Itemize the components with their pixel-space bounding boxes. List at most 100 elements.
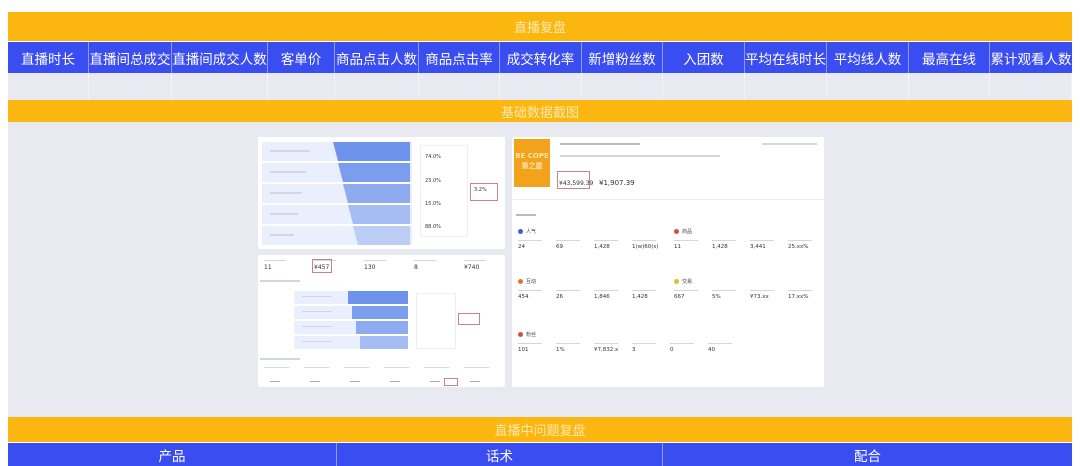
amount-main: ¥43,599.39 [559, 180, 594, 187]
stat-label [364, 260, 386, 261]
table-value [270, 381, 280, 382]
metric-label [708, 343, 732, 344]
value-cell[interactable] [663, 73, 745, 100]
value-cell[interactable] [582, 73, 663, 100]
value-cell[interactable] [990, 73, 1072, 100]
section-title-problem-review: 直播中问题复盘 [8, 417, 1072, 442]
funnel-bar [338, 163, 410, 182]
title-text: 直播复盘 [513, 21, 566, 36]
pct: 15.0% [425, 201, 441, 207]
value-cell[interactable] [8, 73, 89, 100]
metric-label [674, 290, 698, 291]
funnel-bar [353, 226, 410, 245]
table-header [384, 367, 409, 368]
metric-value: 25.xx% [788, 244, 809, 250]
group-name: 粉丝 [526, 332, 537, 338]
metric-label [556, 240, 580, 241]
highlight-box [312, 259, 332, 273]
metric-value: 40 [708, 347, 715, 353]
funnel-label [270, 213, 298, 215]
conversion-box: 74.0% 23.0% 15.0% 88.0% [420, 145, 468, 237]
value-cell[interactable] [89, 73, 172, 100]
value-cell[interactable] [419, 73, 500, 100]
funnel-bar [348, 291, 408, 304]
pct: 3.2% [474, 187, 487, 193]
value-cell[interactable] [909, 73, 990, 100]
funnel-bar [343, 184, 410, 203]
chat-icon [518, 279, 523, 284]
amount-second: ¥1,907.39 [599, 179, 635, 187]
funnel-label [270, 192, 302, 194]
funnel-bar [352, 306, 408, 319]
metric-value: 5% [712, 294, 721, 300]
column-header: 商品点击人数 [335, 42, 419, 73]
metric-value: 69 [556, 244, 563, 250]
stat-label [264, 260, 286, 261]
table-header [264, 367, 289, 368]
value-cell[interactable] [172, 73, 268, 100]
metric-label [750, 240, 774, 241]
flow-screenshot: 11 ¥457 130 8 ¥740 [258, 255, 505, 387]
funnel-bar [356, 321, 408, 334]
stat-value: ¥740 [464, 264, 480, 271]
metric-value: 11 [674, 244, 681, 250]
metric-label [518, 240, 542, 241]
metric-value: 1(w)60(s) [632, 244, 659, 250]
column-header: 入团数 [663, 42, 745, 73]
value-cell[interactable] [500, 73, 582, 100]
title-text: 直播中问题复盘 [494, 424, 586, 439]
funnel-label [270, 234, 294, 236]
cart-icon [674, 279, 679, 284]
metric-value: 1,428 [594, 244, 610, 250]
metric-value: ¥7,832.x [594, 347, 619, 353]
table-header [424, 367, 449, 368]
funnel-label [302, 326, 332, 327]
metric-label [632, 343, 656, 344]
metric-value: 101 [518, 347, 529, 353]
column-header: 直播间总成交 [89, 42, 172, 73]
metric-value: 1% [556, 347, 565, 353]
funnel-screenshot: 74.0% 23.0% 15.0% 88.0% 3.2% [258, 137, 505, 249]
stat-value: 8 [414, 264, 418, 271]
table-value [390, 381, 400, 382]
value-cell[interactable] [745, 73, 827, 100]
metric-value: ¥73.xx [750, 294, 769, 300]
funnel-label [270, 150, 310, 152]
funnel-bar [360, 336, 408, 349]
metric-label [594, 290, 618, 291]
funnel-label [302, 296, 332, 297]
highlight-box: ¥43,599.39 [557, 171, 594, 189]
value-cell[interactable] [268, 73, 335, 100]
value-cell[interactable] [335, 73, 419, 100]
column-header: 客单价 [268, 42, 335, 73]
metric-label [518, 290, 542, 291]
fans-icon [518, 332, 523, 337]
conversion-box [416, 293, 456, 349]
metric-value: 17.xx% [788, 294, 809, 300]
table-value [430, 381, 440, 382]
funnel-label [302, 341, 332, 342]
metric-label [518, 343, 542, 344]
highlight-box [444, 378, 458, 386]
metrics-value-row [8, 73, 1072, 100]
column-header: 直播间成交人数 [172, 42, 268, 73]
value-cell[interactable] [827, 73, 909, 100]
table-header [304, 367, 329, 368]
metrics-header-row: 直播时长 直播间总成交 直播间成交人数 客单价 商品点击人数 商品点击率 成交转化率 新增粉丝… [8, 42, 1072, 73]
column-header: 成交转化率 [500, 42, 582, 73]
col-cooperation: 配合 [854, 448, 881, 465]
overview-screenshot: BE COPE 第之屋 ¥43,599.39 ¥1,907.39 人气 24 69 1,… [512, 137, 824, 387]
stat-value: 11 [264, 264, 272, 271]
metric-value: 454 [518, 294, 529, 300]
funnel-bar [333, 142, 410, 161]
metric-value: 1,846 [594, 294, 610, 300]
column-header: 直播时长 [8, 42, 89, 73]
metric-value: 1,428 [712, 244, 728, 250]
metric-label [632, 290, 656, 291]
problem-header-row: 产品 话术 配合 [8, 443, 1072, 466]
metric-label [788, 240, 812, 241]
metric-label [674, 240, 698, 241]
metric-label [670, 343, 694, 344]
highlight-box: 3.2% [470, 183, 498, 201]
column-header: 累计观看人数 [990, 51, 1072, 68]
